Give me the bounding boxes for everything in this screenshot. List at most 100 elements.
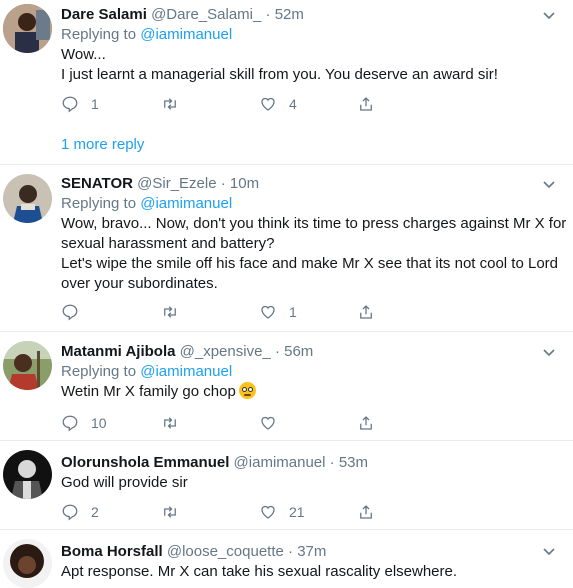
share-icon bbox=[360, 505, 372, 519]
avatar[interactable] bbox=[3, 4, 52, 53]
retweet-icon bbox=[164, 98, 176, 110]
tweet-text: Wow... I just learnt a managerial skill … bbox=[61, 45, 545, 85]
chevron-down-icon[interactable] bbox=[539, 177, 559, 193]
share-button[interactable] bbox=[357, 94, 375, 114]
avatar[interactable] bbox=[3, 539, 52, 588]
author-handle[interactable]: @iamimanuel bbox=[234, 454, 326, 471]
reply-button[interactable] bbox=[61, 302, 79, 322]
share-button[interactable] bbox=[357, 302, 375, 322]
replying-to: Replying to @iamimanuel bbox=[61, 194, 545, 214]
like-button[interactable]: 1 bbox=[259, 302, 297, 322]
reply-button[interactable]: 1 bbox=[61, 94, 99, 114]
separator: · bbox=[274, 343, 280, 360]
retweet-button[interactable] bbox=[161, 413, 179, 433]
retweet-icon bbox=[164, 506, 176, 518]
like-button[interactable]: 4 bbox=[259, 94, 297, 114]
tweet-actions: 1 4 bbox=[61, 94, 391, 114]
heart-icon bbox=[261, 305, 275, 319]
avatar[interactable] bbox=[3, 450, 52, 499]
chevron-down-icon[interactable] bbox=[539, 8, 559, 24]
author-handle[interactable]: @Sir_Ezele bbox=[137, 175, 216, 192]
like-count: 1 bbox=[289, 304, 297, 320]
timestamp[interactable]: 53m bbox=[339, 454, 368, 471]
avatar[interactable] bbox=[3, 341, 52, 390]
reply-count: 1 bbox=[91, 96, 99, 112]
tweet-2[interactable]: SENATOR @Sir_Ezele · 10m Replying to @ia… bbox=[0, 165, 573, 331]
retweet-button[interactable] bbox=[161, 302, 179, 322]
reply-count: 10 bbox=[91, 415, 107, 431]
separator: · bbox=[220, 175, 226, 192]
tweet-text-line: Wow... bbox=[61, 46, 106, 63]
tweet-text-line: Wow, bravo... Now, don't you think its t… bbox=[61, 215, 567, 232]
reply-icon bbox=[62, 504, 78, 521]
tweet-text: Wow, bravo... Now, don't you think its t… bbox=[61, 214, 567, 294]
separator: · bbox=[288, 543, 294, 560]
reply-icon bbox=[62, 415, 78, 432]
author-name[interactable]: Boma Horsfall bbox=[61, 543, 163, 560]
retweet-button[interactable] bbox=[161, 502, 179, 522]
tweet-text-line: Let's wipe the smile off his face and ma… bbox=[61, 255, 559, 272]
avatar[interactable] bbox=[3, 174, 52, 223]
retweet-icon bbox=[164, 417, 176, 429]
replying-prefix: Replying to bbox=[61, 195, 137, 212]
tweet-text-line: Wetin Mr X family go chop bbox=[61, 383, 236, 400]
tweet-text-line: God will provide sir bbox=[61, 474, 188, 491]
like-count: 4 bbox=[289, 96, 297, 112]
retweet-button[interactable] bbox=[161, 94, 179, 114]
like-button[interactable] bbox=[259, 413, 277, 433]
separator: · bbox=[329, 454, 335, 471]
mention-link[interactable]: @iamimanuel bbox=[140, 195, 232, 212]
tweet-text: Apt response. Mr X can take his sexual r… bbox=[61, 562, 545, 582]
replying-to: Replying to @iamimanuel bbox=[61, 362, 545, 382]
mention-link[interactable]: @iamimanuel bbox=[140, 363, 232, 380]
share-icon bbox=[360, 97, 372, 111]
tweet-text-line: I just learnt a managerial skill from yo… bbox=[61, 66, 498, 83]
author-name[interactable]: Olorunshola Emmanuel bbox=[61, 454, 229, 471]
rolling-eyes-emoji bbox=[238, 382, 256, 399]
replying-prefix: Replying to bbox=[61, 363, 137, 380]
replying-prefix: Replying to bbox=[61, 26, 137, 43]
tweet-text: Wetin Mr X family go chop bbox=[61, 382, 545, 402]
tweet-actions: 1 bbox=[61, 302, 391, 322]
author-handle[interactable]: @Dare_Salami_ bbox=[151, 6, 261, 23]
reply-icon bbox=[62, 96, 78, 113]
chevron-down-icon[interactable] bbox=[539, 345, 559, 361]
tweet-1[interactable]: Dare Salami @Dare_Salami_ · 52m Replying… bbox=[0, 0, 573, 164]
share-icon bbox=[360, 416, 372, 430]
like-button[interactable]: 21 bbox=[259, 502, 305, 522]
timestamp[interactable]: 10m bbox=[230, 175, 259, 192]
heart-icon bbox=[261, 416, 275, 430]
replying-to: Replying to @iamimanuel bbox=[61, 25, 545, 45]
more-replies-link[interactable]: 1 more reply bbox=[61, 136, 144, 153]
share-icon bbox=[360, 305, 372, 319]
author-name[interactable]: Dare Salami bbox=[61, 6, 147, 23]
separator: · bbox=[265, 6, 271, 23]
timestamp[interactable]: 37m bbox=[297, 543, 326, 560]
heart-icon bbox=[261, 505, 275, 519]
reply-icon bbox=[62, 304, 78, 321]
timestamp[interactable]: 56m bbox=[284, 343, 313, 360]
tweet-5[interactable]: Boma Horsfall @loose_coquette · 37m Apt … bbox=[0, 530, 573, 588]
reply-button[interactable]: 10 bbox=[61, 413, 107, 433]
author-handle[interactable]: @loose_coquette bbox=[167, 543, 284, 560]
reply-button[interactable]: 2 bbox=[61, 502, 99, 522]
share-button[interactable] bbox=[357, 502, 375, 522]
author-name[interactable]: Matanmi Ajibola bbox=[61, 343, 175, 360]
tweet-3[interactable]: Matanmi Ajibola @_xpensive_ · 56m Replyi… bbox=[0, 332, 573, 440]
tweet-text: God will provide sir bbox=[61, 473, 545, 493]
author-handle[interactable]: @_xpensive_ bbox=[180, 343, 271, 360]
retweet-icon bbox=[164, 306, 176, 318]
heart-icon bbox=[261, 97, 275, 111]
timestamp[interactable]: 52m bbox=[275, 6, 304, 23]
author-name[interactable]: SENATOR bbox=[61, 175, 133, 192]
chevron-down-icon[interactable] bbox=[539, 544, 559, 560]
mention-link[interactable]: @iamimanuel bbox=[140, 26, 232, 43]
like-count: 21 bbox=[289, 504, 305, 520]
tweet-text-line: over your subordinates. bbox=[61, 275, 218, 292]
share-button[interactable] bbox=[357, 413, 375, 433]
tweet-text-line: Apt response. Mr X can take his sexual r… bbox=[61, 563, 458, 580]
tweet-actions: 2 21 bbox=[61, 502, 391, 522]
tweet-actions: 10 bbox=[61, 413, 391, 433]
tweet-4[interactable]: Olorunshola Emmanuel @iamimanuel · 53m G… bbox=[0, 441, 573, 529]
tweet-text-line: sexual harassment and battery? bbox=[61, 235, 275, 252]
